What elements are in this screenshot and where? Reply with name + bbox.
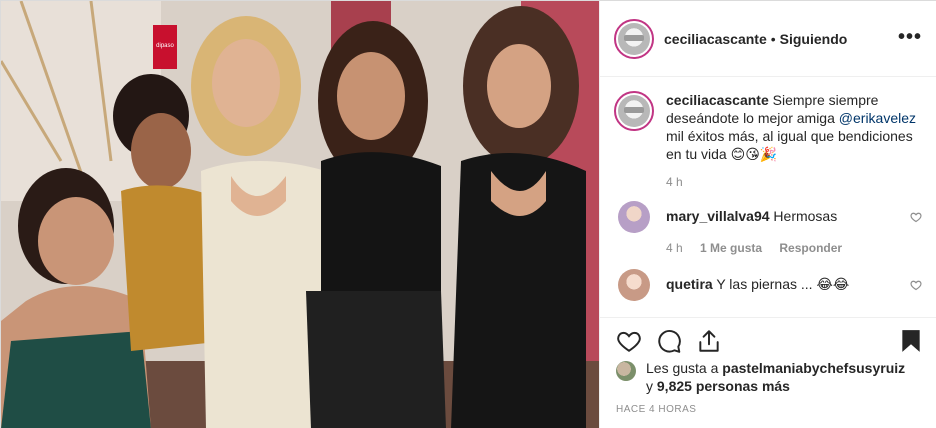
store-sign-text: dipaso bbox=[156, 43, 174, 49]
author-avatar[interactable] bbox=[614, 18, 654, 59]
caption-username[interactable]: ceciliacascante bbox=[666, 92, 769, 108]
comment-item: quetira Y las piernas ... 😂😂 bbox=[614, 269, 922, 301]
comment-text: Hermosas bbox=[773, 208, 838, 224]
action-bar bbox=[600, 317, 936, 361]
comment-emojis: 😂😂 bbox=[816, 276, 850, 292]
comment-avatar[interactable] bbox=[618, 269, 650, 301]
more-options-icon[interactable]: ••• bbox=[898, 27, 922, 47]
likes-summary: Les gusta a pastelmaniabychefsusyruiz y … bbox=[616, 359, 905, 395]
comment-likes[interactable]: 1 Me gusta bbox=[700, 241, 762, 255]
likes-count[interactable]: 9,825 personas más bbox=[657, 378, 790, 394]
reply-button[interactable]: Responder bbox=[779, 241, 842, 255]
share-icon[interactable] bbox=[696, 328, 722, 354]
separator-dot: • bbox=[770, 30, 776, 47]
comment-username[interactable]: quetira bbox=[666, 276, 713, 292]
likes-connector: y bbox=[646, 378, 653, 394]
avatar-image bbox=[618, 22, 650, 55]
caption-emojis: 😊😘🎉 bbox=[730, 146, 778, 162]
heart-icon[interactable] bbox=[616, 328, 642, 354]
comment-time[interactable]: 4 h bbox=[666, 241, 683, 255]
comment-body: quetira Y las piernas ... 😂😂 bbox=[666, 275, 849, 293]
liker-avatar[interactable] bbox=[616, 361, 636, 381]
comment-text: Y las piernas ... bbox=[716, 276, 813, 292]
comment-icon[interactable] bbox=[656, 328, 682, 354]
comment-item: mary_villalva94 Hermosas 4 h 1 Me gusta … bbox=[614, 201, 922, 257]
post-photo[interactable]: dipaso bbox=[1, 1, 599, 428]
bookmark-icon[interactable] bbox=[898, 328, 924, 354]
comment-avatar[interactable] bbox=[618, 201, 650, 233]
likes-text: Les gusta a pastelmaniabychefsusyruiz y … bbox=[646, 359, 905, 395]
photo-scene: dipaso bbox=[1, 1, 599, 428]
comment-heart-icon[interactable] bbox=[910, 211, 922, 223]
caption: ceciliacascante Siempre siempre deseándo… bbox=[614, 91, 922, 163]
comment-heart-icon[interactable] bbox=[910, 279, 922, 291]
post-timestamp[interactable]: HACE 4 HORAS bbox=[616, 404, 696, 415]
likes-prefix: Les gusta a bbox=[646, 360, 719, 376]
caption-time[interactable]: 4 h bbox=[666, 175, 922, 189]
post-side-panel: ceciliacascante • Siguiendo ••• ceciliac… bbox=[599, 1, 936, 428]
comment-meta: 4 h 1 Me gusta Responder bbox=[666, 239, 856, 257]
caption-body: ceciliacascante Siempre siempre deseándo… bbox=[666, 91, 922, 163]
caption-mention[interactable]: @erikavelez bbox=[839, 110, 916, 126]
comment-username[interactable]: mary_villalva94 bbox=[666, 208, 770, 224]
post-header: ceciliacascante • Siguiendo ••• bbox=[600, 1, 936, 77]
avatar-image bbox=[618, 95, 650, 127]
comment-body: mary_villalva94 Hermosas 4 h 1 Me gusta … bbox=[666, 207, 856, 257]
instagram-post: dipaso ceciliacascante • Siguiendo ••• c… bbox=[0, 0, 936, 428]
header-text: ceciliacascante • Siguiendo bbox=[664, 31, 847, 47]
likes-user[interactable]: pastelmaniabychefsusyruiz bbox=[722, 360, 905, 376]
comments-section[interactable]: ceciliacascante Siempre siempre deseándo… bbox=[600, 77, 936, 315]
caption-avatar[interactable] bbox=[614, 91, 654, 131]
author-username[interactable]: ceciliacascante bbox=[664, 31, 767, 47]
caption-text-2: mil éxitos más, al igual que bendiciones… bbox=[666, 128, 913, 162]
following-button[interactable]: Siguiendo bbox=[780, 31, 848, 47]
